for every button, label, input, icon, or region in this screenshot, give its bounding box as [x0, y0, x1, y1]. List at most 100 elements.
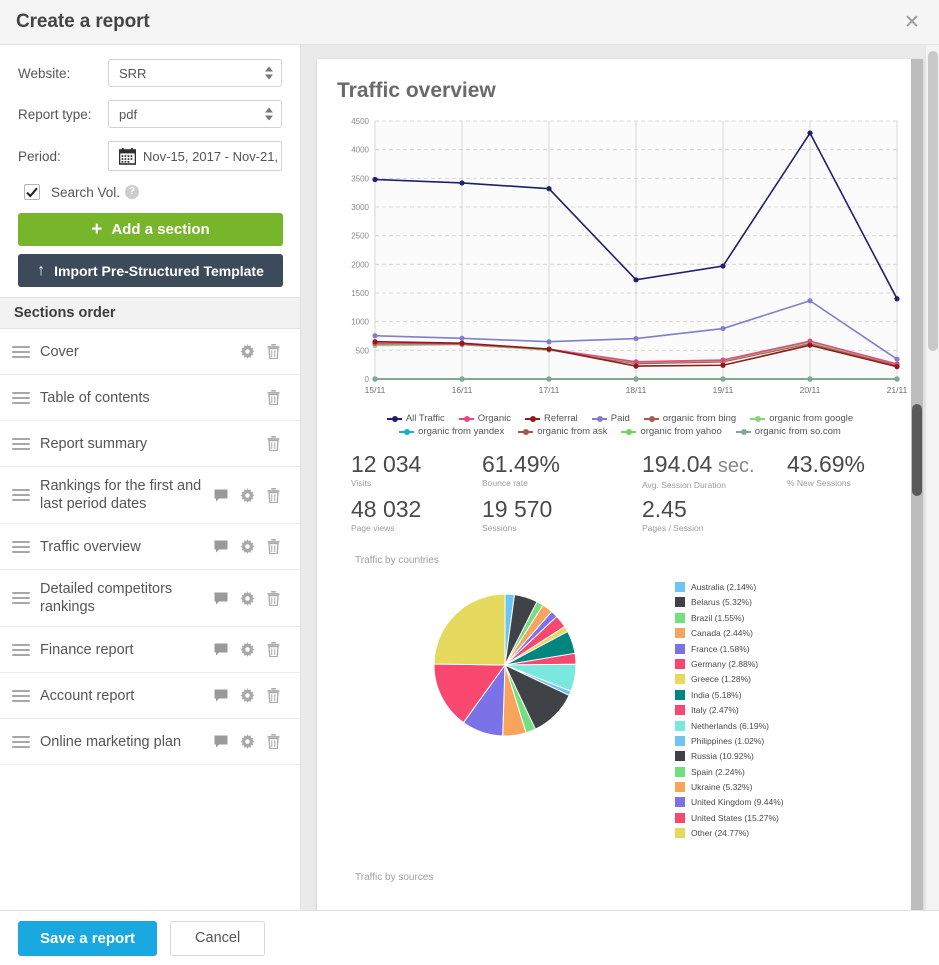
pie-legend-item[interactable]: Germany (2.88%) [675, 658, 784, 669]
drag-handle-icon[interactable] [12, 391, 30, 404]
gear-icon[interactable] [234, 482, 260, 508]
pie-legend-item[interactable]: Belarus (5.32%) [675, 597, 784, 608]
drag-handle-icon[interactable] [12, 489, 30, 501]
pie-legend-item[interactable]: United States (15.27%) [675, 812, 784, 823]
section-row[interactable]: Account report [0, 673, 300, 719]
pie-legend-item[interactable]: Australia (2.14%) [675, 582, 784, 592]
help-icon[interactable]: ? [125, 185, 140, 199]
legend-item[interactable]: organic from yandex [399, 426, 504, 437]
drag-handle-icon[interactable] [12, 437, 30, 450]
section-row[interactable]: Finance report [0, 627, 300, 673]
legend-item[interactable]: Organic [458, 413, 511, 424]
section-row[interactable]: Online marketing plan [0, 719, 300, 765]
svg-text:1000: 1000 [351, 318, 369, 327]
trash-icon[interactable] [260, 385, 286, 411]
trash-icon[interactable] [260, 729, 286, 755]
svg-text:4000: 4000 [351, 146, 369, 155]
trash-icon[interactable] [260, 637, 286, 663]
gear-icon[interactable] [234, 339, 260, 365]
gear-icon[interactable] [234, 534, 260, 560]
section-row[interactable]: Table of contents [0, 375, 300, 421]
sections-list: Cover Table of contents Report summary Rank… [0, 329, 300, 910]
legend-item[interactable]: All Traffic [386, 413, 445, 424]
report-type-select[interactable]: pdf [108, 100, 282, 128]
pie-legend-item[interactable]: Other (24.77%) [675, 828, 784, 839]
pie-legend-item[interactable]: Ukraine (5.32%) [675, 782, 784, 793]
comment-icon[interactable] [208, 534, 234, 560]
section-label: Cover [40, 343, 79, 360]
section-label: Account report [40, 687, 135, 704]
close-icon[interactable]: ✕ [899, 9, 925, 35]
gear-icon[interactable] [234, 637, 260, 663]
period-picker[interactable]: Nov-15, 2017 - Nov-21, 201 [108, 141, 282, 171]
website-label: Website: [18, 65, 71, 81]
pie-legend-item[interactable]: Russia (10.92%) [675, 751, 784, 762]
search-vol-checkbox[interactable] [24, 184, 40, 200]
section-row[interactable]: Rankings for the first and last period d… [0, 467, 300, 524]
section-row[interactable]: Cover [0, 329, 300, 375]
pie-legend-swatch-icon [675, 628, 685, 639]
preview-inner-scrollbar[interactable] [911, 59, 923, 910]
gear-icon[interactable] [234, 683, 260, 709]
pie-legend-item[interactable]: Netherlands (6.19%) [675, 720, 784, 731]
legend-item[interactable]: organic from google [750, 413, 853, 424]
cancel-button[interactable]: Cancel [170, 920, 266, 956]
pie-legend-item[interactable]: Spain (2.24%) [675, 766, 784, 777]
website-select[interactable]: SRR [108, 59, 282, 87]
pie-legend-item[interactable]: France (1.58%) [675, 643, 784, 654]
gear-icon[interactable] [234, 585, 260, 611]
pie-legend-item[interactable]: Brazil (1.55%) [675, 612, 784, 623]
section-row[interactable]: Detailed competitors rankings [0, 570, 300, 627]
legend-item[interactable]: organic from ask [518, 426, 607, 437]
section-row[interactable]: Report summary [0, 421, 300, 467]
legend-item[interactable]: organic from bing [643, 413, 736, 424]
legend-item[interactable]: Referral [524, 413, 578, 424]
kpi-label: Pages / Session [642, 523, 704, 533]
pie-legend-item[interactable]: Philippines (1.02%) [675, 735, 784, 746]
pie-legend-item[interactable]: United Kingdom (9.44%) [675, 797, 784, 808]
trash-icon[interactable] [260, 431, 286, 457]
kpi-value: 61.49% [482, 451, 561, 477]
gear-icon[interactable] [234, 729, 260, 755]
drag-handle-icon[interactable] [12, 689, 30, 702]
section-label: Traffic overview [40, 538, 141, 555]
comment-icon[interactable] [208, 637, 234, 663]
preview-outer-scrollbar-thumb[interactable] [928, 51, 938, 351]
pie-legend-item[interactable]: India (5.18%) [675, 689, 784, 700]
svg-text:1500: 1500 [351, 289, 369, 298]
comment-icon[interactable] [208, 729, 234, 755]
section-label: Report summary [40, 435, 148, 452]
trash-icon[interactable] [260, 683, 286, 709]
drag-handle-icon[interactable] [12, 643, 30, 656]
add-section-button[interactable]: + Add a section [18, 213, 283, 246]
preview-outer-scrollbar[interactable] [925, 45, 939, 910]
kpi-label: Sessions [482, 523, 517, 533]
trash-icon[interactable] [260, 534, 286, 560]
comment-icon[interactable] [208, 585, 234, 611]
drag-handle-icon[interactable] [12, 540, 30, 553]
pie-legend-swatch-icon [675, 658, 685, 669]
upload-arrow-icon: ↑ [37, 261, 46, 279]
comment-icon[interactable] [208, 683, 234, 709]
legend-item[interactable]: Paid [591, 413, 630, 424]
pie-legend-item[interactable]: Greece (1.28%) [675, 674, 784, 685]
import-template-button[interactable]: ↑ Import Pre-Structured Template [18, 254, 283, 287]
drag-handle-icon[interactable] [12, 345, 30, 358]
pie-legend-item[interactable]: Italy (2.47%) [675, 705, 784, 716]
save-report-button[interactable]: Save a report [18, 920, 158, 956]
trash-icon[interactable] [260, 585, 286, 611]
comment-icon[interactable] [208, 482, 234, 508]
pie-legend-label: Australia (2.14%) [691, 582, 757, 592]
section-row[interactable]: Traffic overview [0, 524, 300, 570]
legend-label: Paid [610, 413, 630, 424]
drag-handle-icon[interactable] [12, 592, 30, 604]
pie-legend-item[interactable]: Canada (2.44%) [675, 628, 784, 639]
trash-icon[interactable] [260, 482, 286, 508]
kpi-grid: 12 034 Visits 61.49% Bounce rate 194.04 sec.… [351, 451, 905, 533]
trash-icon[interactable] [260, 339, 286, 365]
drag-handle-icon[interactable] [12, 735, 30, 748]
legend-item[interactable]: organic from yahoo [621, 426, 722, 437]
section-actions [208, 637, 286, 663]
preview-inner-scrollbar-thumb[interactable] [912, 404, 922, 496]
legend-item[interactable]: organic from so.com [735, 426, 841, 437]
